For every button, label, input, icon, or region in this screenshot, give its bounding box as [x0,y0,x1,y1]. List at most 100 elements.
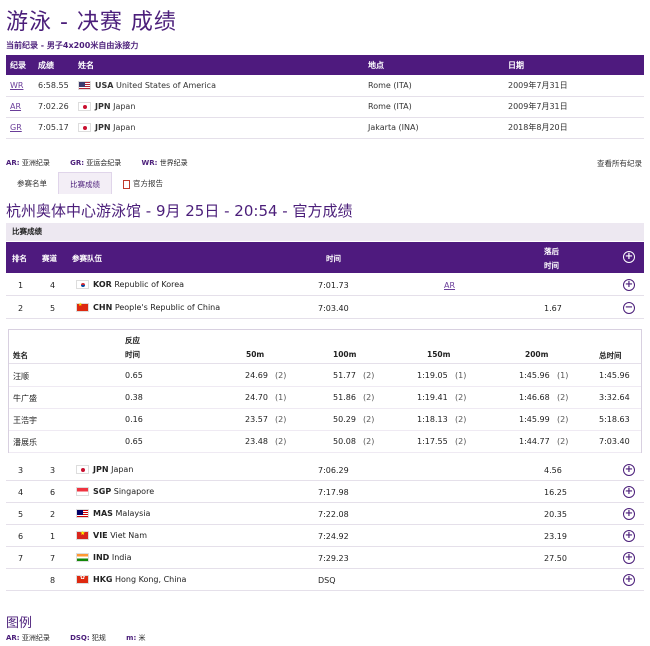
records-header: 纪录 成绩 姓名 地点 日期 [6,55,644,75]
usa-flag-icon [78,80,91,90]
record-noc: JPN [95,123,111,132]
record-place: Rome (ITA) [368,102,412,111]
legend-label: 世界纪录 [159,159,188,167]
legend-label: 亚运会纪录 [86,159,122,167]
chn-flag-icon [76,302,89,312]
kor-flag-icon [76,280,89,289]
record-date: 2018年8月20日 [508,123,568,132]
legend-label: 犯规 [91,634,106,642]
tab-entry-list[interactable]: 参赛名单 [6,172,58,194]
document-icon [123,179,130,189]
collapse-icon[interactable]: − [623,302,635,314]
record-result: 7:05.17 [38,123,69,132]
split-150m: 1:17.55 [417,437,448,446]
jpn-flag-icon [78,123,91,132]
legend-code: WR: [141,159,158,167]
result-row[interactable]: 1 4 KOR Republic of Korea 7:01.73 AR + [6,274,644,296]
result-rank: 3 [18,466,24,475]
result-row[interactable]: 7 7 IND India 7:29.23 27.50 + [6,547,644,569]
record-code[interactable]: WR [10,81,23,90]
legend-label: 亚洲纪录 [21,159,50,167]
record-name: Japan [113,102,136,111]
splits-header-150m: 150m [427,350,451,359]
result-behind: 1.67 [544,304,562,313]
split-100m-rank: (2) [363,393,375,402]
result-row[interactable]: 3 3 JPN Japan 7:06.29 4.56 + [6,459,644,481]
result-noc: KOR [93,280,112,289]
result-behind: 27.50 [544,554,567,563]
split-50m-rank: (2) [275,371,287,380]
expand-icon[interactable]: + [623,552,635,564]
expand-icon[interactable]: + [623,574,635,586]
legend-code: AR: [6,634,20,642]
result-lane: 8 [50,576,56,585]
swimmer-name: 牛广盛 [13,394,37,403]
result-behind: 4.56 [544,466,562,475]
split-row: 潘展乐 0.65 23.48 (2) 50.08 (2) 1:17.55 (2) 1:44.77… [9,431,641,453]
split-200m: 1:45.96 [519,371,550,380]
split-150m: 1:18.13 [417,415,448,424]
result-lane: 5 [50,304,56,313]
splits-header-200m: 200m [525,350,549,359]
record-code[interactable]: AR [10,102,21,111]
result-row[interactable]: 6 1 VIE Viet Nam 7:24.92 23.19 + [6,525,644,547]
tab-results[interactable]: 比赛成绩 [58,172,112,194]
result-behind: 16.25 [544,488,567,497]
record-name: United States of America [116,80,216,90]
view-all-records-link[interactable]: 查看所有纪录 [597,158,642,169]
splits-header-react-time: 时间 [125,350,140,359]
ind-flag-icon [76,553,89,562]
result-team: Malaysia [115,509,151,518]
result-record[interactable]: AR [444,281,455,290]
result-row[interactable]: 5 2 MAS Malaysia 7:22.08 20.35 + [6,503,644,525]
record-place: Rome (ITA) [368,80,412,90]
result-behind: 20.35 [544,510,567,519]
expand-icon[interactable]: + [623,508,635,520]
split-200m-rank: (2) [557,393,569,402]
record-noc: USA [95,80,114,90]
split-200m: 1:45.99 [519,415,550,424]
result-behind: 23.19 [544,532,567,541]
record-result: 7:02.26 [38,102,69,111]
legend-label: 亚洲纪录 [21,634,50,642]
result-lane: 3 [50,466,56,475]
records-header-cell: 地点 [368,60,384,70]
expand-icon[interactable]: + [623,530,635,542]
record-noc: JPN [95,102,111,111]
expand-icon[interactable]: + [623,486,635,498]
expand-icon[interactable]: + [623,279,635,291]
result-noc: SGP [93,487,112,496]
record-date: 2009年7月31日 [508,102,568,111]
result-lane: 4 [50,281,56,290]
split-100m: 50.29 [333,415,356,424]
result-time: 7:22.08 [318,510,349,519]
result-team: Japan [111,465,134,474]
result-time: 7:06.29 [318,466,349,475]
jpn-flag-icon [76,465,89,474]
tab-official-report[interactable]: 官方报告 [112,172,174,194]
result-row[interactable]: 4 6 SGP Singapore 7:17.98 16.25 + [6,481,644,503]
expand-all-icon[interactable]: + [623,251,635,263]
header-behind: 落后 [544,247,559,256]
splits-header-react: 反应 [125,336,140,345]
result-time: DSQ [318,576,336,585]
vie-flag-icon [76,530,89,540]
legend-code: DSQ: [70,634,90,642]
split-200m-rank: (2) [557,415,569,424]
records-table: 纪录 成绩 姓名 地点 日期 WR 6:58.55 USA United Sta… [6,55,644,139]
record-row: GR 7:05.17 JPN Japan Jakarta (INA) 2018年… [6,117,644,138]
split-200m: 1:44.77 [519,437,550,446]
result-row[interactable]: 2 5 CHN People's Republic of China 7:03.40 1… [6,297,644,319]
legend-label: 米 [138,634,146,642]
split-50m: 24.69 [245,371,268,380]
result-row[interactable]: 8 HKG Hong Kong, China DSQ + [6,569,644,591]
legend-code: GR: [70,159,85,167]
record-code[interactable]: GR [10,123,22,132]
splits-header-total: 总时间 [599,351,622,360]
tab-official-report-label: 官方报告 [133,179,163,188]
splits-header-name: 姓名 [13,351,28,360]
records-subtitle: 当前纪录 - 男子4x200米自由泳接力 [6,41,139,50]
split-row: 王浩宇 0.16 23.57 (2) 50.29 (2) 1:18.13 (2) 1:45.99… [9,409,641,431]
venue-heading: 杭州奥体中心游泳馆 - 9月 25日 - 20:54 - 官方成绩 [6,202,353,220]
expand-icon[interactable]: + [623,464,635,476]
